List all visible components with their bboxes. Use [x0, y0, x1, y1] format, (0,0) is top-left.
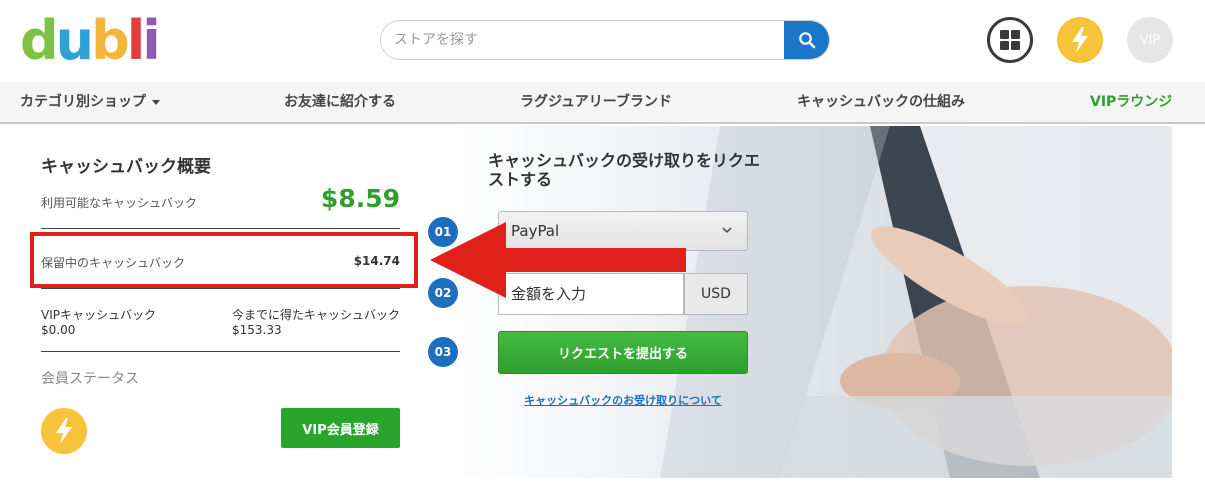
grid-icon	[1000, 30, 1020, 50]
nav-item-label: ラグジュアリーブランド	[520, 94, 672, 110]
earned-cashback-value: $153.33	[232, 323, 282, 337]
divider	[41, 228, 400, 229]
logo-letter: i	[142, 9, 160, 72]
nav-item-refer-friend[interactable]: お友達に紹介する	[284, 82, 396, 122]
search-button[interactable]	[784, 21, 829, 59]
pending-highlight-box	[30, 232, 418, 288]
logo-letter: b	[91, 9, 130, 72]
vip-badge-button[interactable]: VIP	[1127, 17, 1173, 63]
site-header: d u b l i VIP	[0, 0, 1205, 82]
nav-item-label: VIPラウンジ	[1090, 94, 1173, 110]
currency-label: USD	[684, 273, 748, 315]
annotation-arrow	[430, 222, 686, 298]
vip-cashback-label: VIPキャッシュバック	[41, 308, 156, 322]
chevron-down-icon	[722, 227, 732, 234]
vip-cashback-value: $0.00	[41, 323, 76, 337]
grid-menu-button[interactable]	[987, 17, 1033, 63]
nav-item-label: キャッシュバックの仕組み	[797, 94, 965, 110]
nav-item-how-it-works[interactable]: キャッシュバックの仕組み	[797, 82, 965, 122]
cashback-main: キャッシュバック概要 利用可能なキャッシュバック $8.59 保留中のキャッシュ…	[20, 126, 1172, 478]
vip-signup-button[interactable]: VIP会員登録	[281, 408, 400, 448]
available-cashback-label: 利用可能なキャッシュバック	[41, 196, 198, 210]
nav-item-vip-lounge[interactable]: VIPラウンジ	[1090, 82, 1172, 122]
bolt-status-button[interactable]	[1057, 17, 1103, 63]
cashback-help-link[interactable]: キャッシュバックのお受け取りについて	[498, 392, 748, 408]
main-nav: カテゴリ別ショップ お友達に紹介する ラグジュアリーブランド キャッシュバックの…	[0, 82, 1205, 124]
request-title: キャッシュバックの受け取りをリクエストする	[488, 151, 761, 189]
logo-letter: l	[126, 9, 145, 72]
nav-item-label: お友達に紹介する	[284, 94, 396, 110]
search-input[interactable]	[381, 21, 786, 59]
member-status-badge	[41, 408, 87, 454]
earned-cashback: 今までに得たキャッシュバック $153.33	[232, 308, 400, 338]
member-status-label: 会員ステータス	[41, 371, 139, 387]
vip-badge-label: VIP	[1139, 32, 1161, 48]
submit-request-button[interactable]: リクエストを提出する	[498, 331, 748, 374]
step-badge: 03	[428, 337, 458, 367]
earned-cashback-label: 今までに得たキャッシュバック	[232, 308, 401, 322]
divider	[41, 288, 400, 289]
store-search	[380, 20, 830, 60]
dubli-logo[interactable]: d u b l i	[20, 9, 161, 72]
nav-item-luxury-brands[interactable]: ラグジュアリーブランド	[520, 82, 672, 122]
logo-letter: d	[20, 9, 59, 72]
divider	[41, 351, 400, 352]
cashback-summary-panel: キャッシュバック概要 利用可能なキャッシュバック $8.59 保留中のキャッシュ…	[20, 126, 440, 478]
available-cashback-value: $8.59	[320, 184, 400, 213]
vip-cashback: VIPキャッシュバック $0.00	[41, 308, 156, 338]
bolt-icon	[1072, 27, 1088, 53]
logo-letter: u	[55, 9, 94, 72]
caret-down-icon	[152, 99, 160, 105]
search-icon	[798, 32, 815, 49]
nav-item-category-shop[interactable]: カテゴリ別ショップ	[20, 82, 160, 122]
summary-title: キャッシュバック概要	[41, 157, 211, 177]
nav-item-label: カテゴリ別ショップ	[20, 94, 146, 110]
bolt-icon	[56, 418, 72, 444]
